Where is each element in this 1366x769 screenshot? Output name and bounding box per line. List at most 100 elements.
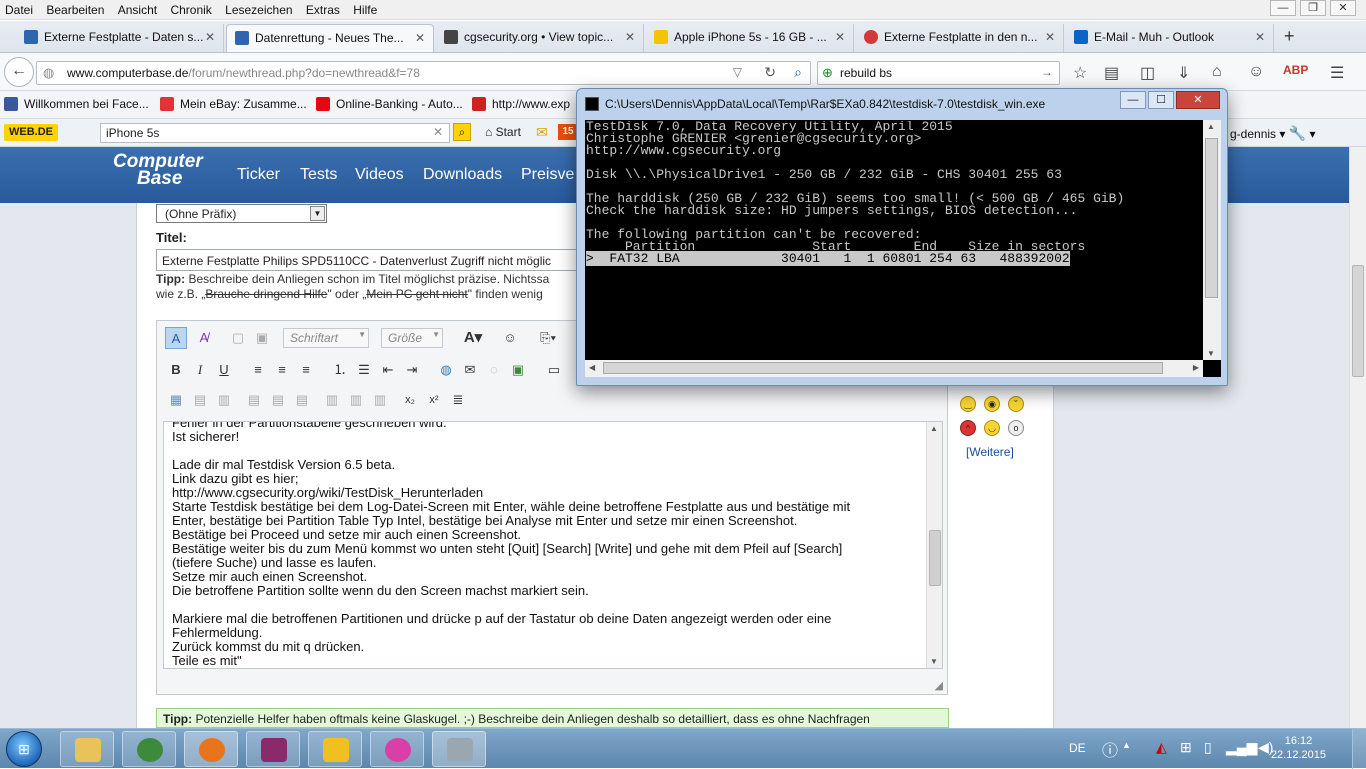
- col-delete-icon[interactable]: ▥: [369, 389, 391, 411]
- bookmark-exp[interactable]: http://www.exp: [472, 97, 570, 111]
- network-signal-icon[interactable]: ▂▄▆: [1226, 739, 1257, 756]
- console-vertical-scrollbar[interactable]: ▲ ▼: [1203, 120, 1221, 360]
- nav-preisvergleich[interactable]: Preisve: [521, 166, 574, 184]
- taskbar-firefox[interactable]: [184, 731, 238, 767]
- devil-icon[interactable]: ^: [960, 420, 976, 436]
- scroll-up-icon[interactable]: ▲: [1207, 122, 1215, 131]
- unordered-list-icon[interactable]: ☰: [353, 359, 375, 381]
- clock[interactable]: 16:12 22.12.2015: [1271, 734, 1326, 762]
- download-icon[interactable]: ⇓: [1177, 63, 1190, 83]
- nav-downloads[interactable]: Downloads: [423, 166, 502, 184]
- scroll-down-icon[interactable]: ▼: [1207, 349, 1215, 358]
- menu-view[interactable]: Ansicht: [113, 0, 162, 17]
- taskbar-winrar[interactable]: [246, 731, 300, 767]
- row-delete-icon[interactable]: ▤: [291, 389, 313, 411]
- scrollbar-thumb[interactable]: [1205, 138, 1218, 298]
- wink-icon[interactable]: ◡: [984, 420, 1000, 436]
- clear-icon[interactable]: ✕: [433, 125, 443, 139]
- col-insert-right-icon[interactable]: ▥: [345, 389, 367, 411]
- console-selected-partition[interactable]: > FAT32 LBA 30401 1 1 60801 254 63 48839…: [586, 251, 1203, 266]
- webde-search-icon[interactable]: ⌕: [453, 123, 471, 141]
- close-tab-icon[interactable]: ✕: [625, 30, 635, 44]
- minimize-icon[interactable]: —: [1270, 0, 1296, 16]
- dropdown-icon[interactable]: ▽: [733, 65, 742, 79]
- taskbar-itunes[interactable]: [370, 731, 424, 767]
- tab-iphone[interactable]: Apple iPhone 5s - 16 GB - ... ✕: [646, 24, 854, 52]
- smiley-icon[interactable]: ☺: [499, 327, 521, 349]
- more-smilies-link[interactable]: [Weitere]: [966, 445, 1014, 459]
- close-tab-icon[interactable]: ✕: [835, 30, 845, 44]
- post-textarea[interactable]: Fehler in der Partitionstabelle geschrie…: [163, 421, 943, 669]
- superscript-icon[interactable]: x²: [423, 389, 445, 411]
- close-tab-icon[interactable]: ✕: [205, 30, 215, 44]
- bookmark-facebook[interactable]: Willkommen bei Face...: [4, 97, 149, 111]
- scroll-left-icon[interactable]: ◀: [589, 363, 595, 372]
- subscript-icon[interactable]: x₂: [399, 389, 421, 411]
- bold-icon[interactable]: B: [165, 359, 187, 381]
- horizontal-rule-icon[interactable]: ≣: [447, 389, 469, 411]
- nav-videos[interactable]: Videos: [355, 166, 404, 184]
- underline-icon[interactable]: U: [213, 359, 235, 381]
- menu-icon[interactable]: ☰: [1330, 63, 1344, 83]
- smile-icon[interactable]: ‿: [960, 396, 976, 412]
- device-icon[interactable]: ▯: [1204, 739, 1212, 756]
- close-icon[interactable]: ✕: [1176, 91, 1220, 109]
- console-horizontal-scrollbar[interactable]: ◀ ▶: [585, 360, 1203, 377]
- reload-icon[interactable]: ↻: [764, 64, 776, 81]
- computerbase-logo[interactable]: Computer Base: [113, 152, 213, 197]
- windows-start-icon[interactable]: ⊞: [6, 731, 42, 767]
- paste-icon[interactable]: ▣: [251, 327, 273, 349]
- close-tab-icon[interactable]: ✕: [1045, 30, 1055, 44]
- outdent-icon[interactable]: ⇤: [377, 359, 399, 381]
- reading-list-icon[interactable]: ▤: [1104, 63, 1119, 83]
- taskbar-explorer[interactable]: [60, 731, 114, 767]
- antivirus-icon[interactable]: ◭: [1156, 739, 1167, 756]
- prefix-select[interactable]: (Ohne Präfix) ▼: [156, 204, 327, 223]
- size-select[interactable]: Größe ▼: [381, 328, 443, 348]
- font-color-icon[interactable]: A▾: [455, 327, 491, 349]
- col-insert-icon[interactable]: ▥: [321, 389, 343, 411]
- search-go-icon[interactable]: →: [1041, 65, 1053, 79]
- quote-icon[interactable]: ▭: [543, 359, 565, 381]
- scrollbar-thumb[interactable]: [603, 362, 1163, 374]
- tab-externe-festplatte-2[interactable]: Externe Festplatte in den n... ✕: [856, 24, 1064, 52]
- align-center-icon[interactable]: ≡: [271, 359, 293, 381]
- console-area[interactable]: TestDisk 7.0, Data Recovery Utility, Apr…: [585, 120, 1221, 377]
- tab-cgsecurity[interactable]: cgsecurity.org • View topic... ✕: [436, 24, 644, 52]
- tab-datenrettung[interactable]: Datenrettung - Neues The... ✕: [226, 24, 434, 52]
- new-tab-button[interactable]: +: [1284, 26, 1295, 47]
- bookmark-star-icon[interactable]: ☆: [1073, 63, 1087, 83]
- search-icon[interactable]: ⌕: [794, 64, 802, 81]
- image-icon[interactable]: ▣: [507, 359, 529, 381]
- align-left-icon[interactable]: ≡: [247, 359, 269, 381]
- menu-bookmarks[interactable]: Lesezeichen: [220, 0, 297, 17]
- scroll-down-icon[interactable]: ▼: [930, 657, 938, 666]
- search-bar[interactable]: ⊕ rebuild bs →: [817, 61, 1060, 85]
- ordered-list-icon[interactable]: ⒈: [329, 359, 351, 381]
- font-select[interactable]: Schriftart ▼: [283, 328, 369, 348]
- angel-icon[interactable]: ˘: [1008, 396, 1024, 412]
- attachment-icon[interactable]: ⎘▾: [533, 327, 563, 349]
- wysiwyg-toggle-icon[interactable]: A: [165, 327, 187, 349]
- cool-icon[interactable]: ◉: [984, 396, 1000, 412]
- pocket-icon[interactable]: ◫: [1140, 63, 1155, 83]
- page-scrollbar[interactable]: [1349, 147, 1366, 728]
- tab-outlook[interactable]: E-Mail - Muh - Outlook ✕: [1066, 24, 1274, 52]
- menu-tools[interactable]: Extras: [301, 0, 345, 17]
- search-engine-icon[interactable]: ⊕: [822, 65, 833, 81]
- link-icon[interactable]: ◍: [435, 359, 457, 381]
- unlink-icon[interactable]: ◌: [483, 359, 505, 381]
- close-icon[interactable]: ✕: [1330, 0, 1356, 16]
- table-icon[interactable]: ▦: [165, 389, 187, 411]
- tray-expand-icon[interactable]: ▲: [1122, 740, 1131, 750]
- close-tab-icon[interactable]: ✕: [1255, 30, 1265, 44]
- taskbar-totalcommander[interactable]: [308, 731, 362, 767]
- adblock-icon[interactable]: ABP: [1283, 63, 1308, 77]
- title-input[interactable]: Externe Festplatte Philips SPD5110CC - D…: [156, 249, 586, 271]
- bookmark-ebay[interactable]: Mein eBay: Zusamme...: [160, 97, 307, 111]
- scrollbar-thumb[interactable]: [929, 530, 941, 586]
- language-indicator[interactable]: DE: [1069, 741, 1086, 755]
- taskbar-testdisk[interactable]: [432, 731, 486, 767]
- remove-format-icon[interactable]: A̸: [193, 327, 215, 349]
- menu-history[interactable]: Chronik: [165, 0, 216, 17]
